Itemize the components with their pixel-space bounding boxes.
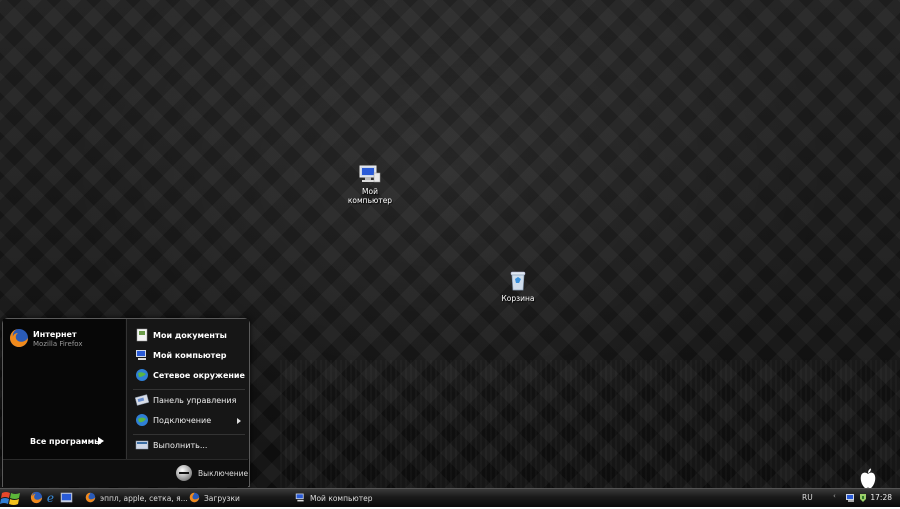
taskbar: e эппл, apple, сетка, я... Загрузки Мой … xyxy=(0,488,900,507)
taskbar-button-downloads[interactable]: Загрузки xyxy=(186,490,290,506)
start-menu: Интернет Mozilla Firefox Все программы М… xyxy=(2,318,250,487)
shutdown-label: Выключение xyxy=(198,469,249,478)
start-menu-footer: Выключение xyxy=(3,459,248,487)
start-button[interactable] xyxy=(0,489,24,507)
desktop-icon-label: компьютер xyxy=(347,196,393,205)
start-menu-left-pane: Интернет Mozilla Firefox Все программы xyxy=(3,319,125,459)
tray-network-icon[interactable] xyxy=(846,493,856,503)
firefox-icon xyxy=(189,492,200,503)
my-computer-icon xyxy=(359,165,381,183)
menu-item-control-panel[interactable]: Панель управления xyxy=(133,392,247,410)
taskbar-button-label: Загрузки xyxy=(204,494,240,503)
pinned-item-name: Интернет xyxy=(33,330,77,339)
menu-item-run[interactable]: Выполнить... xyxy=(133,437,247,455)
svg-text:e: e xyxy=(47,491,54,504)
apple-logo-icon xyxy=(860,468,876,489)
taskbar-button-firefox-search[interactable]: эппл, apple, сетка, я... xyxy=(82,490,188,506)
pinned-item-subtitle: Mozilla Firefox xyxy=(33,340,83,348)
menu-item-label: Панель управления xyxy=(153,396,237,405)
desktop-icon-label: Мой xyxy=(362,187,378,196)
menu-item-label: Мой компьютер xyxy=(153,351,227,360)
menu-item-label: Мои документы xyxy=(153,331,227,340)
menu-item-label: Сетевое окружение xyxy=(153,371,245,380)
taskbar-clock[interactable]: 17:28 xyxy=(870,493,892,502)
firefox-icon xyxy=(85,492,96,503)
windows-logo-icon xyxy=(0,492,20,505)
tray-safely-remove-icon[interactable] xyxy=(858,493,868,503)
my-documents-icon xyxy=(136,328,148,342)
firefox-icon xyxy=(10,329,28,347)
quicklaunch-show-desktop-icon[interactable] xyxy=(60,491,73,504)
arrow-right-icon xyxy=(98,437,104,445)
desktop-icon-my-computer[interactable]: Мой компьютер xyxy=(335,164,405,205)
menu-separator xyxy=(133,434,245,435)
language-indicator[interactable]: RU xyxy=(802,493,813,502)
start-menu-right-pane: Мои документы Мой компьютер Сетевое окру… xyxy=(126,319,249,459)
menu-item-label: Выполнить... xyxy=(153,441,208,450)
taskbar-button-label: эппл, apple, сетка, я... xyxy=(100,494,188,503)
menu-separator xyxy=(133,389,245,390)
run-icon xyxy=(135,440,149,450)
desktop-icon-label: Корзина xyxy=(501,294,535,303)
all-programs-button[interactable]: Все программы xyxy=(3,431,125,453)
menu-item-my-computer[interactable]: Мой компьютер xyxy=(133,347,247,365)
all-programs-label: Все программы xyxy=(30,437,102,446)
menu-item-label: Подключение xyxy=(153,416,212,425)
quicklaunch-firefox-icon[interactable] xyxy=(30,491,43,504)
recycle-bin-icon xyxy=(510,271,526,291)
power-icon xyxy=(176,465,192,481)
connect-to-icon xyxy=(136,414,148,426)
taskbar-button-my-computer[interactable]: Мой компьютер xyxy=(292,490,402,506)
quicklaunch-internet-explorer-icon[interactable]: e xyxy=(45,491,58,504)
desktop-icon-recycle-bin[interactable]: Корзина xyxy=(483,271,553,303)
pinned-item-internet[interactable]: Интернет Mozilla Firefox xyxy=(9,327,121,351)
system-tray: 17:28 xyxy=(828,489,900,507)
my-computer-icon xyxy=(136,350,146,360)
taskbar-button-label: Мой компьютер xyxy=(310,494,373,503)
network-places-icon xyxy=(136,369,148,381)
submenu-arrow-icon xyxy=(237,418,241,424)
control-panel-icon xyxy=(135,394,149,406)
menu-item-connect-to[interactable]: Подключение xyxy=(133,412,247,430)
my-computer-icon xyxy=(295,493,304,502)
menu-item-my-documents[interactable]: Мои документы xyxy=(133,327,247,345)
menu-item-network-places[interactable]: Сетевое окружение xyxy=(133,367,247,385)
shutdown-button[interactable]: Выключение xyxy=(176,465,249,483)
